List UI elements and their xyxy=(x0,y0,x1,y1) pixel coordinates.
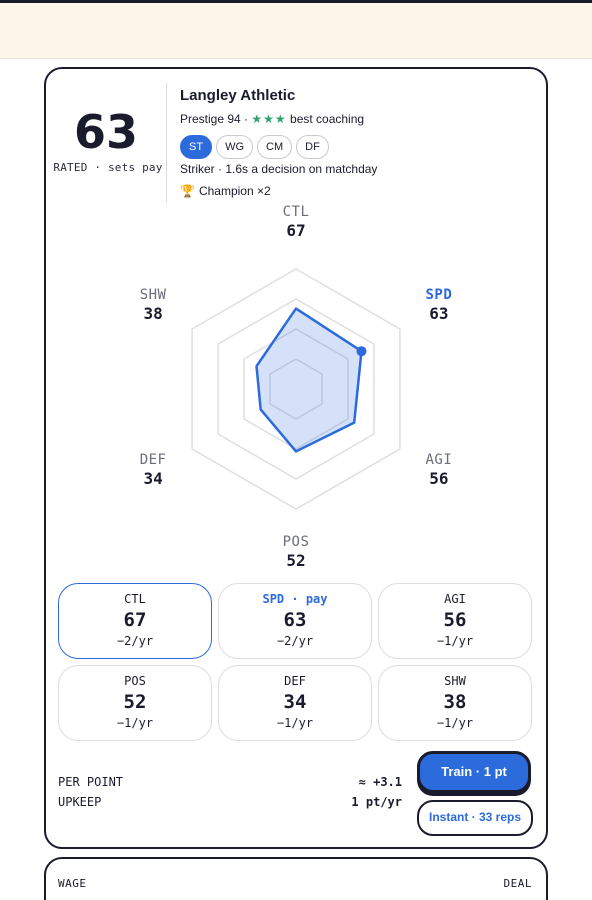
role-description: Striker · 1.6s a decision on matchday xyxy=(180,162,378,176)
tile-value: 52 xyxy=(123,691,147,713)
radar-axis-label-shw: SHW 38 xyxy=(113,287,193,323)
upkeep-value: 1 pt/yr xyxy=(351,795,402,809)
top-banner xyxy=(0,3,592,59)
position-chip-cm[interactable]: CM xyxy=(257,135,293,159)
per-point-value: ≈ +3.1 xyxy=(358,775,402,789)
tile-delta: −2/yr xyxy=(276,634,314,648)
radar-axis-label-agi: AGI 56 xyxy=(399,452,479,488)
tile-label: DEF xyxy=(284,674,306,688)
axis-key: SPD xyxy=(425,286,453,303)
tile-label: POS xyxy=(124,674,146,688)
axis-value: 52 xyxy=(286,551,306,570)
divider xyxy=(166,83,167,202)
position-chip-st[interactable]: ST xyxy=(180,135,213,159)
coaching-text: best coaching xyxy=(290,112,365,126)
rating-value: 63 xyxy=(73,105,138,159)
honour-text: Champion ×2 xyxy=(198,184,271,198)
axis-key: AGI xyxy=(425,451,453,468)
tile-value: 38 xyxy=(443,691,467,713)
tile-delta: −1/yr xyxy=(116,716,154,730)
position-chips: ST WG CM DF xyxy=(180,135,329,159)
radar-axis-label-spd: SPD 63 xyxy=(399,287,479,323)
club-prestige: Prestige 94 · ★★★ best coaching xyxy=(180,112,364,126)
tile-label: SPD · pay xyxy=(262,592,328,606)
tile-spd[interactable]: SPD · pay 63 −2/yr xyxy=(218,583,372,659)
axis-value: 34 xyxy=(143,468,163,488)
contract-card: WAGE DEAL xyxy=(44,857,548,900)
player-card: 63 RATED · sets pay Langley Athletic Pre… xyxy=(44,67,548,849)
axis-value: 38 xyxy=(143,303,163,323)
tile-delta: −1/yr xyxy=(276,716,314,730)
tile-value: 63 xyxy=(283,609,307,631)
tile-agi[interactable]: AGI 56 −1/yr xyxy=(378,583,532,659)
trophy-icon: 🏆 xyxy=(180,184,195,198)
star-rating-icon: ★★★ xyxy=(251,112,287,126)
tile-delta: −1/yr xyxy=(436,716,474,730)
axis-key: SHW xyxy=(139,286,167,303)
axis-value: 63 xyxy=(429,303,449,323)
honours: 🏆 Champion ×2 xyxy=(180,184,271,198)
tile-label: CTL xyxy=(124,592,146,606)
per-point-label: PER POINT xyxy=(58,775,124,789)
tile-value: 34 xyxy=(283,691,307,713)
tile-value: 67 xyxy=(123,609,147,631)
radar-axis-label-ctl: CTL 67 xyxy=(256,204,336,240)
tile-shw[interactable]: SHW 38 −1/yr xyxy=(378,665,532,741)
radar-axis-label-pos: POS 52 xyxy=(256,534,336,570)
tile-def[interactable]: DEF 34 −1/yr xyxy=(218,665,372,741)
club-name: Langley Athletic xyxy=(180,87,296,104)
axis-key: POS xyxy=(282,534,310,550)
radar-chart xyxy=(191,268,401,510)
wage-label: WAGE xyxy=(58,877,87,890)
radar-series-shape xyxy=(255,307,363,453)
rating-label: RATED · sets pay xyxy=(53,161,163,174)
axis-key: DEF xyxy=(139,451,167,468)
axis-value: 67 xyxy=(286,221,306,240)
axis-value: 56 xyxy=(429,468,449,488)
prestige-text: Prestige 94 · xyxy=(180,112,249,126)
instant-train-button[interactable]: Instant · 33 reps xyxy=(417,800,533,836)
position-chip-wg[interactable]: WG xyxy=(216,135,254,159)
tile-label: SHW xyxy=(444,674,466,688)
train-button[interactable]: Train · 1 pt xyxy=(417,751,531,793)
position-chip-df[interactable]: DF xyxy=(296,135,329,159)
axis-key: CTL xyxy=(282,204,310,220)
tile-delta: −2/yr xyxy=(116,634,154,648)
tile-label: AGI xyxy=(444,592,466,606)
tile-delta: −1/yr xyxy=(436,634,474,648)
tile-value: 56 xyxy=(443,609,467,631)
deal-label: DEAL xyxy=(503,877,532,890)
upkeep-label: UPKEEP xyxy=(58,795,102,809)
tile-ctl[interactable]: CTL 67 −2/yr xyxy=(58,583,212,659)
radar-axis-label-def: DEF 34 xyxy=(113,452,193,488)
tile-pos[interactable]: POS 52 −1/yr xyxy=(58,665,212,741)
attribute-radar: CTL 67 SPD 63 AGI 56 POS 52 DEF 34 SHW 38 xyxy=(46,204,546,570)
radar-point-spd xyxy=(356,346,367,357)
